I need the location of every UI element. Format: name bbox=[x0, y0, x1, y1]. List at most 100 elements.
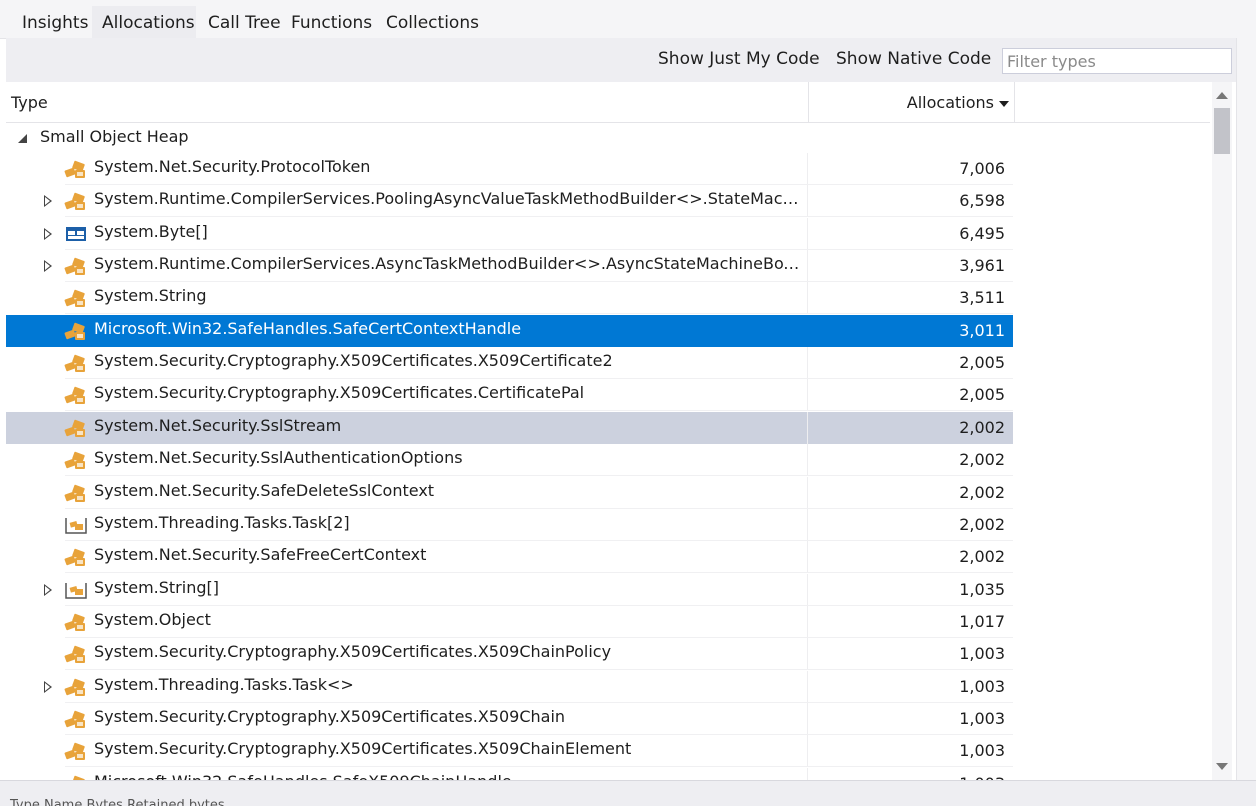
collapse-triangle-icon[interactable] bbox=[18, 134, 27, 143]
scroll-up-arrow-icon[interactable] bbox=[1216, 92, 1228, 99]
column-header-row: Type Allocations bbox=[6, 82, 1210, 123]
allocations-grid: Type Allocations Small Object Heap Syste… bbox=[6, 82, 1210, 780]
table-row[interactable]: System.Net.Security.ProtocolToken 7,006 bbox=[6, 153, 1013, 185]
allocation-count: 6,598 bbox=[959, 191, 1005, 211]
table-row[interactable]: System.Net.Security.SslStream 2,002 bbox=[6, 411, 1013, 444]
class-icon bbox=[64, 611, 88, 633]
expand-triangle-icon[interactable] bbox=[44, 195, 52, 208]
class-icon bbox=[64, 643, 88, 665]
table-row[interactable]: System.Threading.Tasks.Task[2] 2,002 bbox=[6, 508, 1013, 541]
column-header-type[interactable]: Type bbox=[11, 93, 48, 112]
table-row[interactable]: Microsoft.Win32.SafeHandles.SafeCertCont… bbox=[6, 314, 1013, 347]
tab-allocations[interactable]: Allocations bbox=[92, 6, 196, 38]
type-name: System.Object bbox=[94, 609, 211, 629]
type-name: System.Net.Security.SafeDeleteSslContext bbox=[94, 480, 435, 500]
tab-label: Allocations bbox=[102, 13, 195, 33]
table-row[interactable]: System.Net.Security.SslAuthenticationOpt… bbox=[6, 444, 1013, 477]
tab-label: Insights bbox=[22, 13, 89, 33]
table-row[interactable]: Microsoft.Win32.SafeHandles.SafeX509Chai… bbox=[6, 767, 1013, 780]
show-native-code-button[interactable]: Show Native Code bbox=[836, 49, 991, 69]
column-divider bbox=[807, 315, 808, 347]
table-row[interactable]: System.Security.Cryptography.X509Certifi… bbox=[6, 702, 1013, 735]
class-icon bbox=[64, 158, 88, 180]
table-row[interactable]: System.Net.Security.SafeFreeCertContext 2… bbox=[6, 541, 1013, 574]
expand-triangle-icon[interactable] bbox=[44, 260, 52, 273]
class-icon bbox=[64, 384, 88, 406]
type-name: System.Byte[] bbox=[94, 221, 208, 241]
type-name: System.Runtime.CompilerServices.AsyncTas… bbox=[94, 254, 806, 274]
column-header-allocations-label: Allocations bbox=[906, 93, 994, 112]
column-divider bbox=[807, 379, 808, 412]
table-row[interactable]: System.Security.Cryptography.X509Certifi… bbox=[6, 638, 1013, 671]
tab-label: Functions bbox=[291, 13, 373, 33]
allocation-count: 1,003 bbox=[959, 741, 1005, 761]
column-divider bbox=[807, 767, 808, 780]
column-divider bbox=[807, 670, 808, 703]
allocation-count: 2,002 bbox=[959, 450, 1005, 470]
toolbar: Show Just My Code Show Native Code bbox=[6, 38, 1236, 82]
expand-triangle-icon[interactable] bbox=[44, 583, 52, 596]
scrollbar-thumb[interactable] bbox=[1214, 108, 1230, 154]
column-divider bbox=[807, 444, 808, 477]
table-row[interactable]: System.Runtime.CompilerServices.PoolingA… bbox=[6, 185, 1013, 218]
group-label: Small Object Heap bbox=[40, 127, 189, 146]
allocation-count: 2,005 bbox=[959, 385, 1005, 405]
class-icon bbox=[64, 352, 88, 374]
class-icon bbox=[64, 708, 88, 730]
tab-insights[interactable]: Insights bbox=[12, 6, 92, 38]
type-name: System.Security.Cryptography.X509Certifi… bbox=[94, 706, 566, 726]
expand-triangle-icon[interactable] bbox=[44, 227, 52, 240]
column-divider bbox=[807, 153, 808, 185]
allocation-count: 2,002 bbox=[959, 547, 1005, 567]
class-icon bbox=[64, 287, 88, 309]
type-name: System.Net.Security.SslAuthenticationOpt… bbox=[94, 448, 463, 468]
table-row[interactable]: System.Byte[] 6,495 bbox=[6, 217, 1013, 250]
type-name: System.Threading.Tasks.Task[2] bbox=[94, 512, 350, 532]
expand-triangle-icon[interactable] bbox=[44, 680, 52, 693]
table-row[interactable]: System.Security.Cryptography.X509Certifi… bbox=[6, 735, 1013, 768]
class-icon bbox=[64, 740, 88, 762]
status-bar: Type Name Bytes Retained bytes bbox=[0, 780, 1256, 806]
tab-call-tree[interactable]: Call Tree bbox=[198, 6, 281, 38]
table-row[interactable]: System.Threading.Tasks.Task<> 1,003 bbox=[6, 670, 1013, 703]
column-divider bbox=[807, 282, 808, 315]
allocation-count: 2,002 bbox=[959, 514, 1005, 534]
tab-label: Collections bbox=[386, 13, 479, 33]
tab-functions[interactable]: Functions bbox=[281, 6, 375, 38]
view-tabs: Insights Allocations Call Tree Functions… bbox=[0, 0, 1256, 39]
allocation-count: 6,495 bbox=[959, 223, 1005, 243]
column-divider bbox=[807, 250, 808, 283]
class-icon bbox=[64, 482, 88, 504]
allocation-count: 3,511 bbox=[959, 288, 1005, 308]
allocation-count: 1,003 bbox=[959, 644, 1005, 664]
sort-descending-icon bbox=[999, 101, 1009, 107]
table-row[interactable]: System.String 3,511 bbox=[6, 282, 1013, 315]
class-icon bbox=[64, 449, 88, 471]
column-divider bbox=[807, 573, 808, 606]
column-divider bbox=[807, 605, 808, 638]
tab-label: Call Tree bbox=[208, 13, 281, 33]
table-row[interactable]: System.Object 1,017 bbox=[6, 605, 1013, 638]
class-array-icon bbox=[64, 514, 88, 536]
table-row[interactable]: System.Runtime.CompilerServices.AsyncTas… bbox=[6, 250, 1013, 283]
column-header-allocations[interactable]: Allocations bbox=[808, 82, 1015, 122]
class-array-icon bbox=[64, 579, 88, 601]
show-just-my-code-button[interactable]: Show Just My Code bbox=[658, 49, 820, 69]
outer-scroll-track bbox=[1236, 38, 1256, 780]
table-row[interactable]: System.Security.Cryptography.X509Certifi… bbox=[6, 347, 1013, 380]
table-row[interactable]: System.String[] 1,035 bbox=[6, 573, 1013, 606]
scroll-down-arrow-icon[interactable] bbox=[1216, 763, 1228, 770]
table-row[interactable]: System.Security.Cryptography.X509Certifi… bbox=[6, 379, 1013, 412]
allocation-count: 1,017 bbox=[959, 611, 1005, 631]
vertical-scrollbar[interactable] bbox=[1212, 82, 1232, 780]
filter-types-input[interactable] bbox=[1002, 48, 1232, 74]
column-divider bbox=[807, 541, 808, 574]
group-row-small-object-heap[interactable]: Small Object Heap bbox=[6, 123, 1210, 153]
type-name: System.Runtime.CompilerServices.PoolingA… bbox=[94, 189, 806, 209]
tab-collections[interactable]: Collections bbox=[376, 6, 486, 38]
type-name: System.String bbox=[94, 286, 207, 306]
table-row[interactable]: System.Net.Security.SafeDeleteSslContext… bbox=[6, 476, 1013, 509]
allocation-count: 2,002 bbox=[959, 482, 1005, 502]
type-name: Microsoft.Win32.SafeHandles.SafeX509Chai… bbox=[94, 772, 806, 780]
allocation-count: 2,005 bbox=[959, 353, 1005, 373]
